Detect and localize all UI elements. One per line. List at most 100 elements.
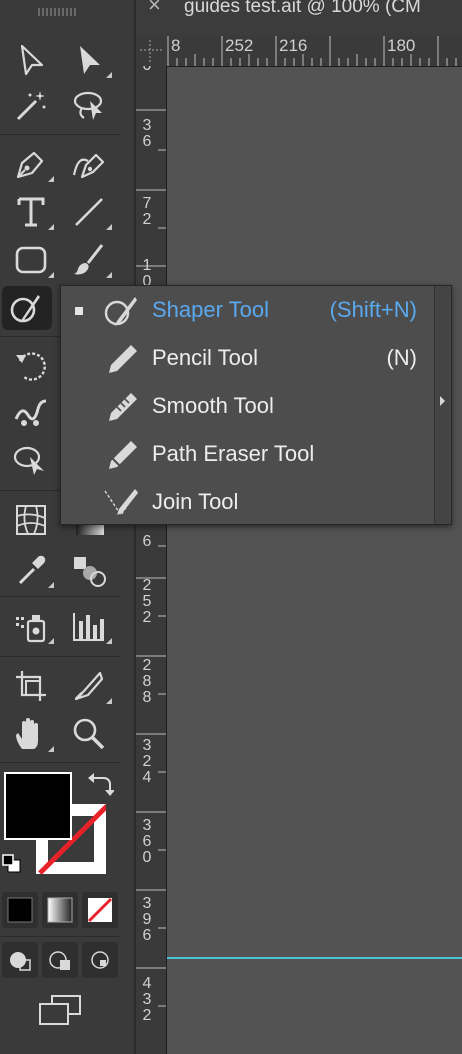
menu-item-smooth-tool[interactable]: Smooth Tool	[61, 383, 433, 431]
line-segment-tool[interactable]	[64, 190, 114, 234]
rectangle-tool[interactable]	[6, 238, 56, 282]
line-icon	[75, 198, 103, 226]
tool-separator	[0, 936, 120, 937]
flyout-indicator	[106, 72, 112, 78]
menu-item-label: Join Tool	[152, 489, 239, 514]
ruler-label: 8	[171, 36, 181, 55]
color-mode-button[interactable]	[2, 892, 38, 928]
shaper-tool[interactable]	[2, 286, 52, 330]
menu-item-join-tool[interactable]: Join Tool	[61, 479, 433, 527]
curvature-tool[interactable]	[64, 142, 114, 186]
solid-color-icon	[7, 897, 33, 923]
rotate-icon	[16, 352, 46, 381]
pen-nib-icon	[16, 151, 44, 179]
ruler-label: 360	[142, 817, 152, 866]
horizontal-ruler-ticks	[167, 36, 457, 66]
curvature-pen-icon	[72, 153, 105, 179]
document-tab[interactable]: × guides test.ait @ 100% (CM	[134, 0, 462, 36]
pencil-icon	[109, 345, 137, 373]
type-tool[interactable]	[6, 190, 56, 234]
fill-color-swatch[interactable]	[4, 772, 72, 840]
eyedropper-tool[interactable]	[6, 548, 56, 592]
document-tab-strip: × guides test.ait @ 100% (CM	[134, 0, 462, 36]
symbol-sprayer-tool[interactable]	[6, 604, 56, 648]
lasso-icon	[73, 91, 103, 120]
change-screen-mode-button[interactable]	[36, 990, 86, 1030]
horizontal-guide[interactable]	[167, 957, 462, 959]
menu-item-label: Pencil Tool	[152, 345, 258, 370]
smooth-icon	[109, 393, 137, 421]
shaper-icon	[104, 297, 137, 326]
menu-item-label: Shaper Tool	[152, 297, 270, 322]
ruler-label: 252	[142, 577, 152, 626]
hand-tool[interactable]	[6, 712, 56, 756]
ruler-label: 6	[142, 533, 152, 550]
gradient-mode-button[interactable]	[42, 892, 78, 928]
rounded-rectangle-icon	[15, 246, 47, 274]
panel-grip[interactable]	[38, 8, 78, 16]
ruler-label: 288	[142, 657, 152, 706]
swap-fill-stroke-icon[interactable]	[86, 770, 115, 803]
flyout-indicator	[48, 582, 54, 588]
selection-tool[interactable]	[6, 38, 56, 82]
menu-item-path-eraser-tool[interactable]: Path Eraser Tool	[61, 431, 433, 479]
menu-item-label: Path Eraser Tool	[152, 441, 315, 466]
vertical-ruler[interactable]: 0 36 72 10 6 252 288 324 360 396 432	[136, 66, 167, 1054]
slice-knife-icon	[74, 671, 104, 701]
none-mode-button[interactable]	[82, 892, 118, 928]
ruler-label: 216	[279, 36, 308, 55]
ruler-label: 432	[142, 975, 152, 1024]
flyout-indicator	[48, 746, 54, 752]
flyout-indicator	[106, 224, 112, 230]
draw-behind-button[interactable]	[42, 942, 78, 978]
menu-item-shaper-tool[interactable]: Shaper Tool (Shift+N)	[61, 287, 433, 335]
ruler-label: 324	[142, 737, 152, 786]
flyout-indicator	[48, 272, 54, 278]
horizontal-ruler[interactable]: 8 252 216 180	[166, 36, 462, 67]
warp-tool[interactable]	[6, 390, 56, 434]
tearoff-strip[interactable]	[434, 286, 451, 524]
eyedropper-icon	[18, 555, 46, 585]
draw-inside-button[interactable]	[82, 942, 118, 978]
column-graph-tool[interactable]	[64, 604, 114, 648]
free-transform-tool[interactable]	[6, 436, 56, 480]
blend-tool[interactable]	[64, 548, 114, 592]
mesh-tool[interactable]	[6, 498, 56, 542]
draw-normal-button[interactable]	[2, 942, 38, 978]
shaper-tool-flyout-menu: Shaper Tool (Shift+N) Pencil Tool (N) Sm…	[60, 285, 452, 525]
document-title[interactable]: guides test.ait @ 100% (CM	[184, 0, 421, 18]
paintbrush-tool[interactable]	[64, 238, 114, 282]
lasso-tool[interactable]	[64, 84, 114, 128]
ruler-label: 36	[142, 117, 152, 150]
menu-item-shortcut: (Shift+N)	[329, 297, 417, 322]
flyout-indicator	[48, 224, 54, 230]
ruler-origin[interactable]	[136, 36, 166, 66]
pen-tool[interactable]	[6, 142, 56, 186]
shaper-icon	[10, 295, 40, 323]
ruler-label: 396	[142, 895, 152, 944]
magic-wand-icon	[16, 91, 46, 121]
arrow-filled-icon	[80, 46, 100, 74]
warp-icon	[14, 399, 47, 426]
artboard-tool[interactable]	[6, 664, 56, 708]
tool-separator	[0, 656, 120, 657]
blend-icon	[74, 557, 106, 587]
rotate-tool[interactable]	[6, 344, 56, 388]
menu-item-label: Smooth Tool	[152, 393, 274, 418]
flyout-indicator	[106, 698, 112, 704]
flyout-indicator	[106, 272, 112, 278]
close-tab-icon[interactable]: ×	[148, 0, 161, 16]
direct-selection-tool[interactable]	[64, 38, 114, 82]
menu-item-pencil-tool[interactable]: Pencil Tool (N)	[61, 335, 433, 383]
draw-behind-icon	[49, 951, 70, 970]
ruler-label: 180	[387, 36, 416, 55]
flyout-indicator	[106, 638, 112, 644]
magic-wand-tool[interactable]	[6, 84, 56, 128]
tool-separator	[0, 596, 120, 597]
default-fill-stroke-icon[interactable]	[0, 852, 26, 883]
slice-tool[interactable]	[64, 664, 114, 708]
join-icon	[104, 489, 138, 517]
zoom-tool[interactable]	[64, 712, 114, 756]
ruler-origin-icon	[140, 40, 164, 64]
artboard-canvas[interactable]	[167, 67, 462, 1054]
